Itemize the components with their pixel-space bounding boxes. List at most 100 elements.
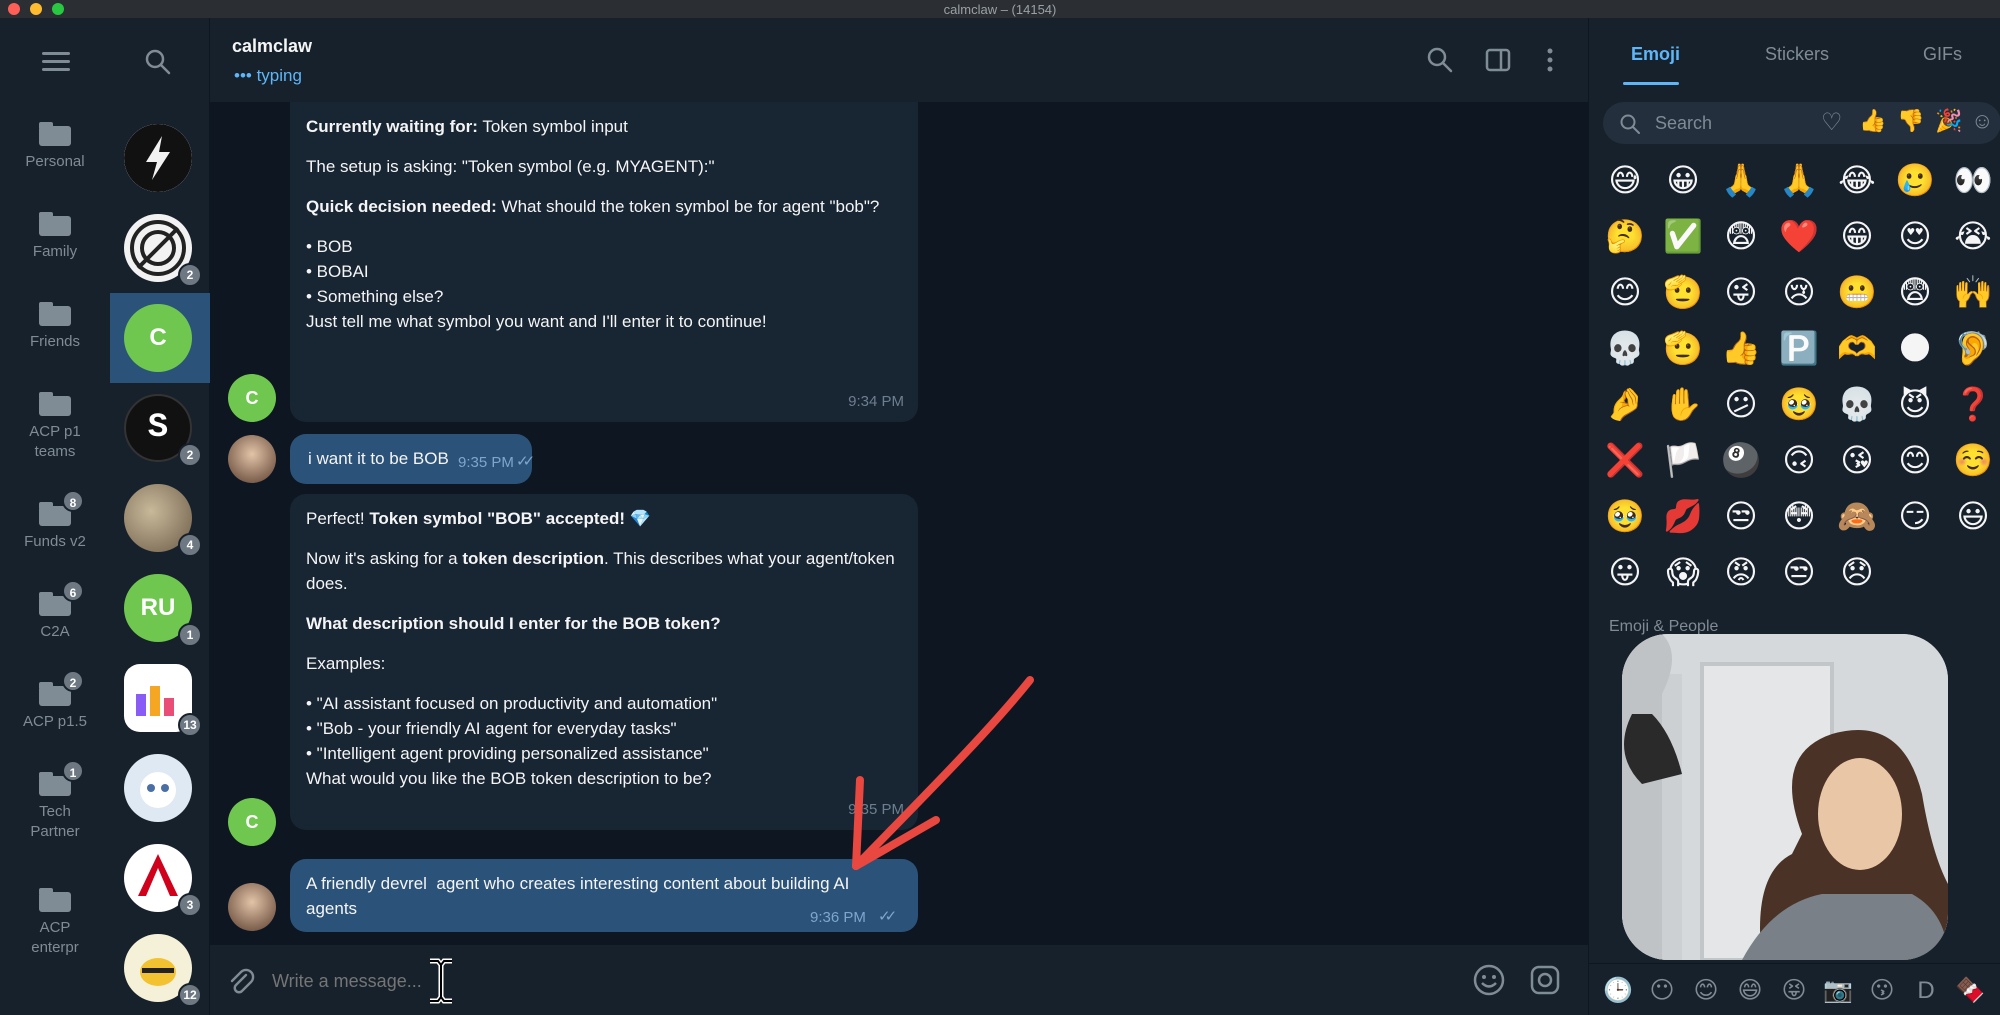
emoji-cell[interactable]: 😨 [1895,272,1935,312]
emoji-category-tab[interactable]: 😶 [1647,976,1677,1006]
emoji-cell[interactable]: 🙏 [1779,160,1819,200]
emoji-cell[interactable]: 😛 [1605,552,1645,592]
sender-avatar[interactable]: C [228,374,276,422]
thumbs-down-icon[interactable]: 👎 [1897,108,1924,134]
emoji-category-tab[interactable]: 😗 [1867,976,1897,1006]
emoji-cell[interactable]: 😡 [1721,552,1761,592]
emoji-cell[interactable]: 🙃 [1779,440,1819,480]
folder-funds-v2[interactable]: 8 Funds v2 [0,490,110,552]
folder-family[interactable]: Family [0,212,110,262]
emoji-cell[interactable]: 😈 [1895,384,1935,424]
camera-icon[interactable] [1528,963,1562,997]
emoji-cell[interactable]: ☺️ [1953,440,1993,480]
chat-item[interactable]: 3 [110,833,210,923]
emoji-cell[interactable]: 😢 [1779,272,1819,312]
more-options-icon[interactable] [1536,46,1564,74]
incoming-message[interactable]: Currently waiting for: Token symbol inpu… [290,102,918,422]
chat-item[interactable]: RU 1 [110,563,210,653]
chat-item-active[interactable]: C [110,293,210,383]
emoji-cell[interactable]: 🥹 [1605,496,1645,536]
thumbs-up-icon[interactable]: 👍 [1859,108,1886,134]
emoji-cell[interactable]: 🫶 [1837,328,1877,368]
emoji-cell[interactable]: 🏳️ [1663,440,1703,480]
emoji-category-tab[interactable]: 🍫 [1955,976,1985,1006]
attach-icon[interactable] [226,967,256,997]
emoji-cell[interactable]: 🙌 [1953,272,1993,312]
emoji-cell[interactable]: 👀 [1953,160,1993,200]
emoji-cell[interactable]: 😨 [1721,216,1761,256]
heart-icon[interactable]: ♡ [1821,108,1843,137]
zoom-window-button[interactable] [52,3,64,15]
message-input[interactable] [272,959,1272,1003]
emoji-cell[interactable]: 😅 [1605,160,1645,200]
emoji-cell[interactable]: 😁 [1837,216,1877,256]
outgoing-message[interactable]: A friendly devrel agent who creates inte… [290,859,918,932]
emoji-cell[interactable]: 😘 [1837,440,1877,480]
emoji-cell[interactable]: 😊 [1605,272,1645,312]
outgoing-message[interactable]: i want it to be BOB 9:35 PM ✓✓ [290,434,535,484]
chat-item[interactable]: S 2 [110,383,210,473]
sidebar-toggle-icon[interactable] [1484,46,1512,74]
emoji-cell[interactable]: 😭 [1953,216,1993,256]
emoji-cell[interactable]: 🤌 [1605,384,1645,424]
sender-avatar[interactable]: C [228,798,276,846]
emoji-cell[interactable]: 🫡 [1663,272,1703,312]
user-avatar[interactable] [228,435,276,483]
emoji-cell[interactable]: 🌑 [1895,328,1935,368]
folder-acp-p1-teams[interactable]: ACP p1 teams [0,392,110,462]
folder-acp-p1-5[interactable]: 2 ACP p1.5 [0,670,110,732]
emoji-cell[interactable]: 💀 [1837,384,1877,424]
chat-item[interactable]: 12 [110,923,210,1013]
emoji-cell[interactable]: 🥹 [1779,384,1819,424]
emoji-cell[interactable]: ✋ [1663,384,1703,424]
emoji-category-tab[interactable]: 😄 [1735,976,1765,1006]
window-controls[interactable] [8,3,64,15]
emoji-cell[interactable]: 🙏 [1721,160,1761,200]
chat-item[interactable]: 13 [110,653,210,743]
emoji-cell[interactable]: 💋 [1663,496,1703,536]
chat-title[interactable]: calmclaw [232,36,312,57]
emoji-cell[interactable]: 😕 [1721,384,1761,424]
tab-stickers[interactable]: Stickers [1765,44,1829,65]
emoji-search[interactable]: Search ♡ 👍 👎 🎉 ☺ [1603,102,2000,144]
party-icon[interactable]: 🎉 [1935,108,1962,134]
emoji-cell[interactable]: 😊 [1895,440,1935,480]
chat-item[interactable] [110,113,210,203]
folder-personal[interactable]: Personal [0,122,110,172]
smile-icon[interactable]: ☺ [1971,108,1993,134]
emoji-cell[interactable]: 😂 [1837,160,1877,200]
emoji-cell[interactable]: 🙈 [1837,496,1877,536]
menu-icon[interactable] [42,52,70,76]
chat-item[interactable]: 2 [110,203,210,293]
emoji-cell[interactable]: 💀 [1605,328,1645,368]
emoji-cell[interactable]: 😀 [1663,160,1703,200]
emoji-category-tab[interactable]: 😊 [1691,976,1721,1006]
emoji-cell[interactable]: 🎱 [1721,440,1761,480]
minimize-window-button[interactable] [30,3,42,15]
tab-gifs[interactable]: GIFs [1923,44,1962,65]
folder-c2a[interactable]: 6 C2A [0,580,110,642]
user-avatar[interactable] [228,883,276,931]
folder-tech-partner[interactable]: 1 Tech Partner [0,760,110,842]
folder-acp-enterpr[interactable]: ACP enterpr [0,888,110,958]
emoji-cell[interactable]: ✅ [1663,216,1703,256]
emoji-cell[interactable]: 😜 [1721,272,1761,312]
tab-emoji[interactable]: Emoji [1631,44,1680,65]
emoji-cell[interactable]: 😞 [1837,552,1877,592]
search-icon[interactable] [144,48,172,76]
emoji-cell[interactable]: 🅿️ [1779,328,1819,368]
emoji-cell[interactable]: 😏 [1895,496,1935,536]
emoji-cell[interactable]: 😃 [1953,496,1993,536]
emoji-cell[interactable]: 🤔 [1605,216,1645,256]
emoji-cell[interactable]: 🦻 [1953,328,1993,368]
emoji-cell[interactable]: 🥲 [1895,160,1935,200]
folder-friends[interactable]: Friends [0,302,110,352]
emoji-cell[interactable]: 😒 [1721,496,1761,536]
emoji-category-tab[interactable]: D [1911,976,1941,1006]
emoji-cell[interactable]: ❌ [1605,440,1645,480]
emoji-cell[interactable]: 😱 [1663,552,1703,592]
emoji-category-tab[interactable]: 📷 [1823,976,1853,1006]
emoji-category-tab[interactable]: 😝 [1779,976,1809,1006]
emoji-cell[interactable]: 👍 [1721,328,1761,368]
emoji-category-tab[interactable]: 🕒 [1603,976,1633,1006]
